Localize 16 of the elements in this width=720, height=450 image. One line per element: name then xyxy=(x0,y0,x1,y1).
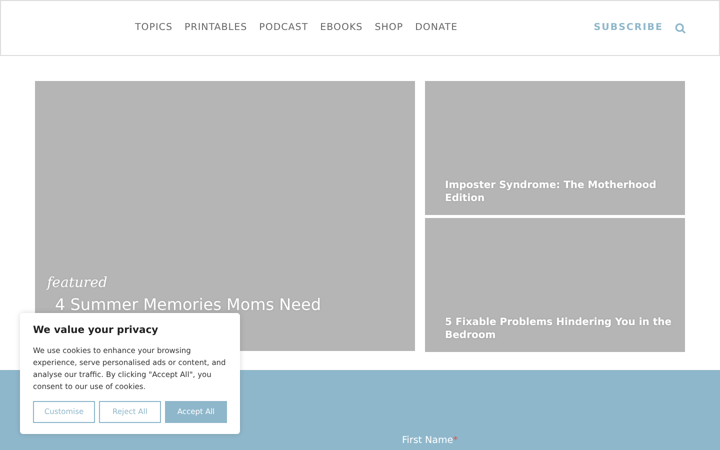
post-title: Imposter Syndrome: The Motherhood Edition xyxy=(445,179,658,205)
cookie-title: We value your privacy xyxy=(33,324,160,338)
nav-link[interactable]: PRINTABLES xyxy=(184,20,248,36)
post-card[interactable]: 5 Fixable Problems Hindering You in the Bedroom xyxy=(425,218,685,352)
field-label: First Name* xyxy=(402,434,458,448)
nav-link[interactable]: PODCAST xyxy=(259,20,308,36)
post-card[interactable]: Imposter Syndrome: The Motherhood Edition xyxy=(425,81,685,215)
nav-link[interactable]: SHOP xyxy=(374,20,404,36)
post-title: 5 Fixable Problems Hindering You in the Bedroom xyxy=(445,316,673,342)
featured-label: featured xyxy=(47,275,108,291)
nav-link[interactable]: DONATE xyxy=(415,20,458,36)
search-icon[interactable] xyxy=(675,22,686,34)
nav-link[interactable]: TOPICS xyxy=(135,20,172,36)
featured-title: 4 Summer Memories Moms Need xyxy=(55,295,322,315)
nav-link[interactable]: EBOOKS xyxy=(320,20,363,36)
subscribe-link[interactable]: SUBSCRIBE xyxy=(594,20,663,36)
